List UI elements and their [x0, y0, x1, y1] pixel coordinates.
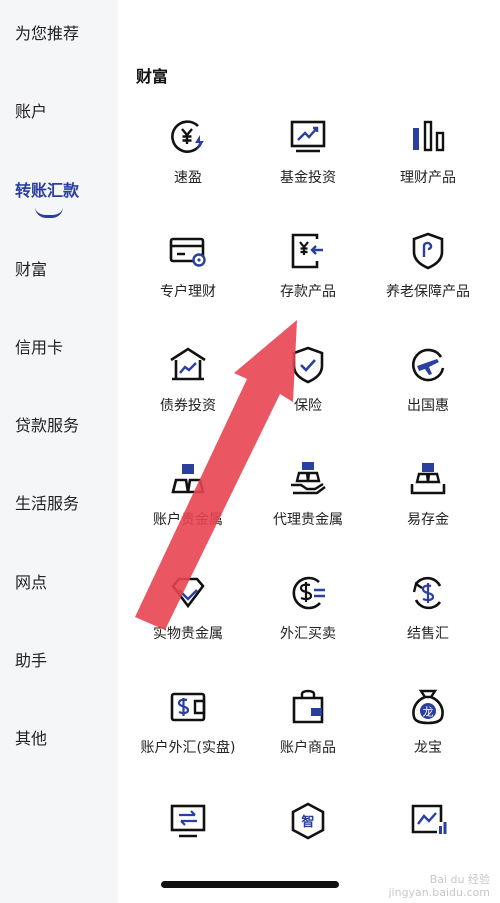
card-coin-icon [169, 237, 206, 267]
dragon-bag-icon: 龙 [412, 689, 444, 725]
dollar-wallet-icon [170, 692, 206, 722]
bar-chart-icon [413, 120, 445, 152]
plane-globe-icon [412, 348, 445, 382]
product-label: 专户理财 [160, 284, 216, 300]
shield-hook-icon [412, 232, 444, 270]
dragon-char: 龙 [423, 706, 434, 719]
product-label: 代理贵金属 [273, 512, 343, 528]
yen-deposit-icon [291, 233, 323, 269]
product-label: 出国惠 [407, 398, 449, 414]
dollar-cycle-icon [412, 576, 442, 610]
watermark-line1: Bai du 经验 [429, 873, 490, 886]
sidebar-item-wealth[interactable]: 财富 [15, 256, 47, 280]
product-insurance[interactable]: 保险 [248, 344, 368, 416]
shield-check-icon [292, 346, 324, 384]
sidebar-item-recommend[interactable]: 为您推荐 [15, 20, 79, 44]
section-title: 财富 [136, 67, 169, 86]
sidebar-item-label: 转账汇款 [15, 181, 80, 200]
product-longbao[interactable]: 龙 龙宝 [368, 686, 488, 758]
product-physical-metals[interactable]: 实物贵金属 [128, 572, 248, 644]
product-trend[interactable] [368, 800, 488, 842]
gold-tray-icon [410, 463, 446, 495]
product-easy-gold[interactable]: 易存金 [368, 458, 488, 530]
sidebar: 为您推荐 账户 转账汇款 财富 信用卡 贷款服务 生活服务 网点 助手 其他 [0, 0, 118, 903]
product-label: 结售汇 [407, 626, 449, 642]
product-dedicated-account[interactable]: 专户理财 [128, 230, 248, 302]
product-suying[interactable]: 速盈 [128, 116, 248, 188]
diamond-icon [171, 577, 205, 609]
trend-chart-icon [411, 804, 447, 834]
sidebar-item-life-services[interactable]: 生活服务 [15, 490, 79, 514]
sidebar-item-account[interactable]: 账户 [15, 98, 47, 122]
smart-badge-icon: 智 [291, 802, 325, 840]
product-smart[interactable]: 智 [248, 800, 368, 842]
product-account-forex[interactable]: 账户外汇(实盘) [128, 686, 248, 758]
product-forex-trade[interactable]: 外汇买卖 [248, 572, 368, 644]
yen-lightning-icon [171, 120, 204, 153]
sidebar-item-other[interactable]: 其他 [15, 725, 47, 749]
product-label: 养老保障产品 [386, 284, 470, 300]
building-chart-icon [170, 347, 206, 381]
product-fx-settlement[interactable]: 结售汇 [368, 572, 488, 644]
product-account-commodity[interactable]: 账户商品 [248, 686, 368, 758]
sidebar-item-credit-card[interactable]: 信用卡 [15, 334, 63, 358]
product-label: 易存金 [407, 512, 449, 528]
product-bonds[interactable]: 债券投资 [128, 344, 248, 416]
product-label: 外汇买卖 [280, 626, 336, 642]
product-label: 龙宝 [414, 740, 442, 756]
product-label: 存款产品 [280, 284, 336, 300]
sidebar-item-assistant[interactable]: 助手 [15, 647, 47, 671]
watermark: Bai du 经验 jingyan.baidu.com [388, 873, 490, 899]
product-wealth-mgmt[interactable]: 理财产品 [368, 116, 488, 188]
product-overseas[interactable]: 出国惠 [368, 344, 488, 416]
shopping-bag-icon [292, 689, 324, 724]
gold-bars-icon [171, 464, 205, 494]
product-label: 账户贵金属 [153, 512, 223, 528]
product-label: 账户外汇(实盘) [140, 740, 236, 756]
product-agency-metals[interactable]: 代理贵金属 [248, 458, 368, 530]
sidebar-item-loans[interactable]: 贷款服务 [15, 412, 79, 436]
monitor-transfer-icon [170, 804, 206, 838]
product-label: 理财产品 [400, 170, 456, 186]
home-indicator[interactable] [161, 881, 339, 888]
dollar-exchange-icon [292, 576, 325, 610]
product-label: 债券投资 [160, 398, 216, 414]
product-account-metals[interactable]: 账户贵金属 [128, 458, 248, 530]
watermark-line2: jingyan.baidu.com [388, 886, 490, 899]
product-transfer-monitor[interactable] [128, 800, 248, 842]
product-label: 保险 [294, 398, 322, 414]
product-pension[interactable]: 养老保障产品 [368, 230, 488, 302]
sidebar-item-transfer[interactable]: 转账汇款 [15, 177, 80, 218]
product-label: 基金投资 [280, 170, 336, 186]
stock-chart-icon [290, 120, 326, 153]
product-label: 实物贵金属 [153, 626, 223, 642]
product-deposit[interactable]: 存款产品 [248, 230, 368, 302]
active-indicator [35, 207, 63, 218]
product-label: 账户商品 [280, 740, 336, 756]
product-fund[interactable]: 基金投资 [248, 116, 368, 188]
main-content: 财富 速盈 基金投资 理财产品 专户理财 存款产品 养老保障产品 债券投资 保险… [118, 0, 500, 903]
sidebar-item-branches[interactable]: 网点 [15, 569, 47, 593]
gold-hand-icon [291, 462, 326, 495]
smart-char: 智 [301, 814, 314, 830]
product-label: 速盈 [174, 170, 202, 186]
